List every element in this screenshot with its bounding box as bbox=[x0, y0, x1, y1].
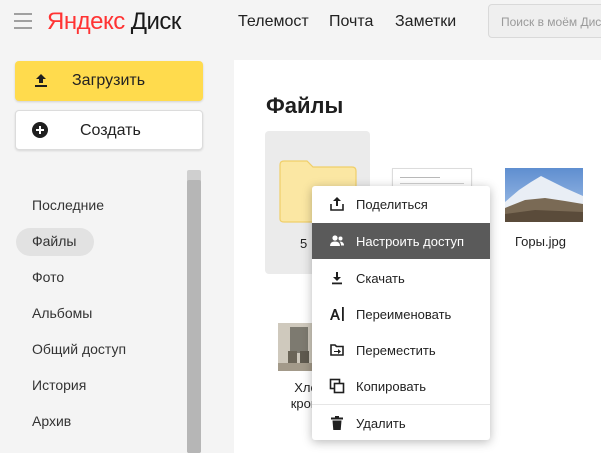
sidebar-item-recent[interactable]: Последние bbox=[32, 197, 104, 213]
create-button[interactable]: Создать bbox=[15, 110, 203, 150]
page-title: Файлы bbox=[266, 93, 344, 118]
menu-item-copy-label: Копировать bbox=[356, 379, 426, 394]
create-button-label: Создать bbox=[80, 122, 141, 139]
sidebar-item-files[interactable]: Файлы bbox=[32, 233, 76, 249]
menu-item-download[interactable]: Скачать bbox=[312, 260, 490, 296]
menu-item-share-label: Поделиться bbox=[356, 197, 428, 212]
logo-yandex: Яндекс bbox=[47, 8, 125, 35]
sidebar-item-archive[interactable]: Архив bbox=[32, 413, 71, 429]
menu-item-rename-label: Переименовать bbox=[356, 307, 452, 322]
nav-link-telemost[interactable]: Телемост bbox=[238, 13, 309, 31]
plus-circle-icon bbox=[32, 122, 48, 138]
sidebar-scrollbar-thumb[interactable] bbox=[187, 180, 201, 453]
nav-link-notes[interactable]: Заметки bbox=[395, 13, 456, 31]
upload-button-label: Загрузить bbox=[72, 72, 146, 89]
mountain-photo[interactable] bbox=[505, 168, 583, 222]
sidebar-item-shared[interactable]: Общий доступ bbox=[32, 341, 126, 357]
menu-item-move-label: Переместить bbox=[356, 343, 436, 358]
folder-name: 5 bbox=[300, 236, 308, 251]
sidebar-scrollbar[interactable] bbox=[187, 170, 201, 453]
rename-icon bbox=[330, 307, 344, 321]
menu-item-delete[interactable]: Удалить bbox=[312, 405, 490, 441]
people-icon bbox=[330, 235, 344, 246]
menu-item-share[interactable]: Поделиться bbox=[312, 186, 490, 222]
upload-button[interactable]: Загрузить bbox=[15, 61, 203, 101]
search-input[interactable]: Поиск в моём Диске bbox=[488, 4, 601, 38]
share-icon bbox=[330, 197, 344, 211]
copy-icon bbox=[329, 378, 345, 394]
menu-item-download-label: Скачать bbox=[356, 271, 405, 286]
hamburger-menu-icon[interactable] bbox=[14, 13, 32, 29]
sidebar-item-history[interactable]: История bbox=[32, 377, 86, 393]
menu-item-move[interactable]: Переместить bbox=[312, 332, 490, 368]
photo-name: Горы.jpg bbox=[515, 234, 566, 249]
nav-link-mail[interactable]: Почта bbox=[329, 13, 373, 31]
menu-item-access[interactable]: Настроить доступ bbox=[312, 223, 490, 259]
sidebar-item-photo[interactable]: Фото bbox=[32, 269, 64, 285]
move-icon bbox=[330, 344, 344, 356]
download-icon bbox=[332, 272, 342, 285]
menu-item-copy[interactable]: Копировать bbox=[312, 368, 490, 404]
menu-item-rename[interactable]: Переименовать bbox=[312, 296, 490, 332]
trash-icon bbox=[331, 416, 343, 430]
menu-item-access-label: Настроить доступ bbox=[356, 234, 465, 249]
logo-disk: Диск bbox=[130, 8, 182, 35]
sidebar-item-albums[interactable]: Альбомы bbox=[32, 305, 92, 321]
logo[interactable]: Яндекс Диск bbox=[47, 8, 181, 36]
menu-item-delete-label: Удалить bbox=[356, 416, 406, 431]
context-menu: Поделиться Настроить доступ Скачать Пере… bbox=[312, 186, 490, 440]
upload-icon bbox=[35, 74, 47, 87]
